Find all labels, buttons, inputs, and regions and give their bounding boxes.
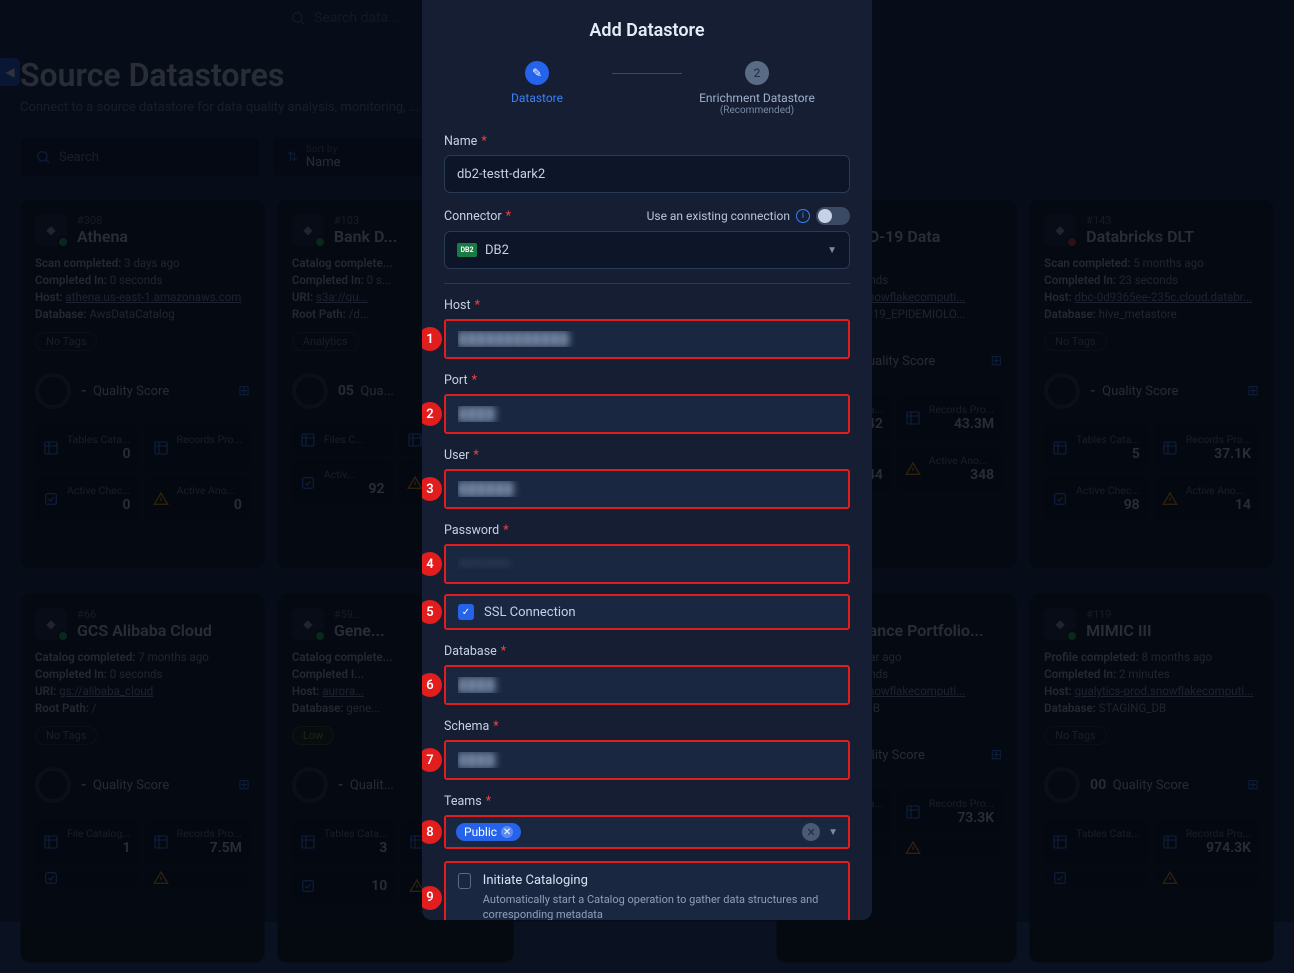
port-label: Port*	[444, 373, 850, 388]
chip-remove-icon[interactable]: ✕	[501, 826, 513, 838]
existing-connection-toggle[interactable]	[816, 207, 850, 225]
chevron-down-icon: ▼	[827, 245, 837, 256]
connector-select[interactable]: DB2 DB2 ▼	[444, 231, 850, 269]
step-2-sub: (Recommended)	[720, 105, 794, 116]
ssl-checkbox-row[interactable]: ✓ SSL Connection	[446, 596, 848, 628]
toggle-label: Use an existing connection	[647, 209, 790, 223]
teams-label: Teams*	[444, 794, 850, 809]
database-field[interactable]	[446, 667, 848, 703]
catalog-checkbox[interactable]	[458, 873, 471, 889]
clear-icon[interactable]: ✕	[802, 823, 820, 841]
database-label: Database*	[444, 644, 850, 659]
host-label: Host*	[444, 298, 850, 313]
modal-title: Add Datastore	[422, 0, 872, 61]
password-label: Password*	[444, 523, 850, 538]
connector-label: Connector*	[444, 209, 511, 224]
initiate-cataloging-row[interactable]: Initiate Cataloging Automatically start …	[446, 863, 848, 920]
step-2-circle[interactable]: 2	[745, 61, 769, 85]
step-1-circle[interactable]	[525, 61, 549, 85]
schema-field[interactable]	[446, 742, 848, 778]
name-field[interactable]	[444, 155, 850, 193]
stepper: Datastore 2 Enrichment Datastore (Recomm…	[422, 61, 872, 116]
host-field[interactable]	[446, 321, 848, 357]
schema-label: Schema*	[444, 719, 850, 734]
connector-value: DB2	[485, 243, 509, 258]
port-field[interactable]	[446, 396, 848, 432]
team-chip-public[interactable]: Public✕	[456, 823, 521, 841]
name-label: Name*	[444, 134, 850, 149]
catalog-title: Initiate Cataloging	[483, 873, 836, 888]
add-datastore-modal: Add Datastore Datastore 2 Enrichment Dat…	[422, 0, 872, 920]
catalog-desc: Automatically start a Catalog operation …	[483, 892, 836, 920]
chevron-down-icon: ▼	[828, 827, 838, 838]
password-field[interactable]	[446, 546, 848, 582]
teams-select[interactable]: Public✕ ✕ ▼	[446, 817, 848, 847]
db2-icon: DB2	[457, 243, 477, 257]
step-2-label: Enrichment Datastore	[699, 91, 815, 105]
step-1-label: Datastore	[511, 91, 563, 105]
user-label: User*	[444, 448, 850, 463]
ssl-checkbox[interactable]: ✓	[458, 604, 474, 620]
info-icon[interactable]: i	[796, 209, 810, 223]
step-line	[612, 73, 682, 74]
user-field[interactable]	[446, 471, 848, 507]
ssl-label: SSL Connection	[484, 605, 576, 620]
